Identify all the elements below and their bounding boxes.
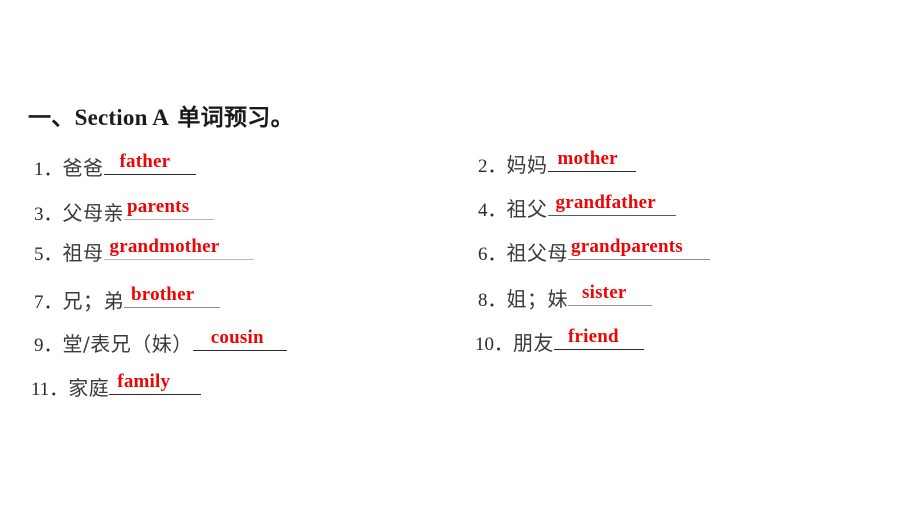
answer-text: grandmother: [109, 236, 220, 257]
answer-blank[interactable]: parents: [124, 196, 215, 220]
item-prompt-chinese: 兄；弟: [62, 289, 125, 313]
answer-blank[interactable]: cousin: [192, 327, 287, 351]
vocabulary-item: 11．家庭 family: [31, 371, 202, 400]
page-title: 一、Section A 单词预习。: [28, 106, 294, 129]
item-number: 5．: [34, 244, 63, 265]
answer-text: grandparents: [571, 236, 683, 257]
blank-underline: [568, 259, 711, 260]
answer-blank[interactable]: grandfather: [547, 192, 676, 216]
item-number: 8．: [478, 290, 507, 311]
answer-text: parents: [127, 196, 190, 217]
item-prompt-chinese: 父母亲: [62, 201, 125, 225]
item-prompt-chinese: 堂/表兄（妹）: [62, 332, 193, 356]
item-prompt-chinese: 爸爸: [62, 156, 104, 180]
vocabulary-item: 2．妈妈 mother: [478, 148, 636, 177]
answer-text: sister: [582, 282, 627, 303]
heading-marker: 一、: [28, 104, 75, 131]
answer-blank[interactable]: family: [109, 371, 202, 395]
item-number: 9．: [34, 335, 63, 356]
answer-text: brother: [131, 284, 195, 305]
item-number: 11．: [31, 379, 69, 400]
item-number: 3．: [34, 204, 63, 225]
item-prompt-chinese: 祖母: [62, 241, 104, 265]
heading-english: Section A: [74, 105, 170, 130]
answer-text: mother: [557, 148, 618, 169]
blank-underline: [554, 349, 645, 350]
vocabulary-item: 3．父母亲 parents: [34, 196, 215, 225]
vocabulary-item: 4．祖父 grandfather: [478, 192, 676, 221]
vocabulary-item: 5．祖母 grandmother: [34, 236, 254, 265]
item-prompt-chinese: 姐；妹: [506, 287, 569, 311]
item-number: 2．: [478, 156, 507, 177]
item-number: 4．: [478, 200, 507, 221]
answer-blank[interactable]: father: [103, 151, 196, 175]
item-prompt-chinese: 祖父: [506, 197, 548, 221]
blank-underline: [568, 305, 653, 306]
answer-text: father: [119, 151, 171, 172]
vocabulary-item: 9．堂/表兄（妹） cousin: [34, 327, 287, 356]
item-prompt-chinese: 朋友: [513, 331, 555, 355]
vocabulary-item: 10．朋友 friend: [475, 326, 645, 355]
answer-blank[interactable]: sister: [568, 282, 653, 306]
answer-text: family: [117, 371, 171, 392]
blank-underline: [109, 394, 202, 395]
answer-blank[interactable]: friend: [554, 326, 645, 350]
blank-underline: [103, 174, 196, 175]
vocabulary-item: 8．姐；妹 sister: [478, 282, 653, 311]
answer-blank[interactable]: grandmother: [103, 236, 254, 260]
blank-underline: [124, 307, 221, 308]
item-prompt-chinese: 家庭: [68, 376, 110, 400]
answer-blank[interactable]: mother: [547, 148, 636, 172]
item-number: 10．: [475, 334, 514, 355]
vocabulary-item: 1．爸爸 father: [34, 151, 196, 180]
item-prompt-chinese: 妈妈: [506, 153, 548, 177]
blank-underline: [124, 219, 215, 220]
blank-underline: [547, 215, 676, 216]
worksheet-page: 一、Section A 单词预习。 1．爸爸 father 2．妈妈 mother 3．…: [0, 0, 920, 518]
blank-underline: [192, 350, 287, 351]
answer-blank[interactable]: grandparents: [568, 236, 711, 260]
item-prompt-chinese: 祖父母: [506, 241, 569, 265]
blank-underline: [547, 171, 636, 172]
item-number: 6．: [478, 244, 507, 265]
item-number: 7．: [34, 292, 63, 313]
item-number: 1．: [34, 159, 63, 180]
answer-text: friend: [568, 326, 619, 347]
answer-text: grandfather: [555, 192, 656, 213]
heading-chinese: 单词预习。: [169, 104, 294, 131]
answer-blank[interactable]: brother: [124, 284, 221, 308]
vocabulary-item: 6．祖父母 grandparents: [478, 236, 711, 265]
blank-underline: [103, 259, 254, 260]
vocabulary-item: 7．兄；弟 brother: [34, 284, 221, 313]
answer-text: cousin: [210, 327, 264, 348]
